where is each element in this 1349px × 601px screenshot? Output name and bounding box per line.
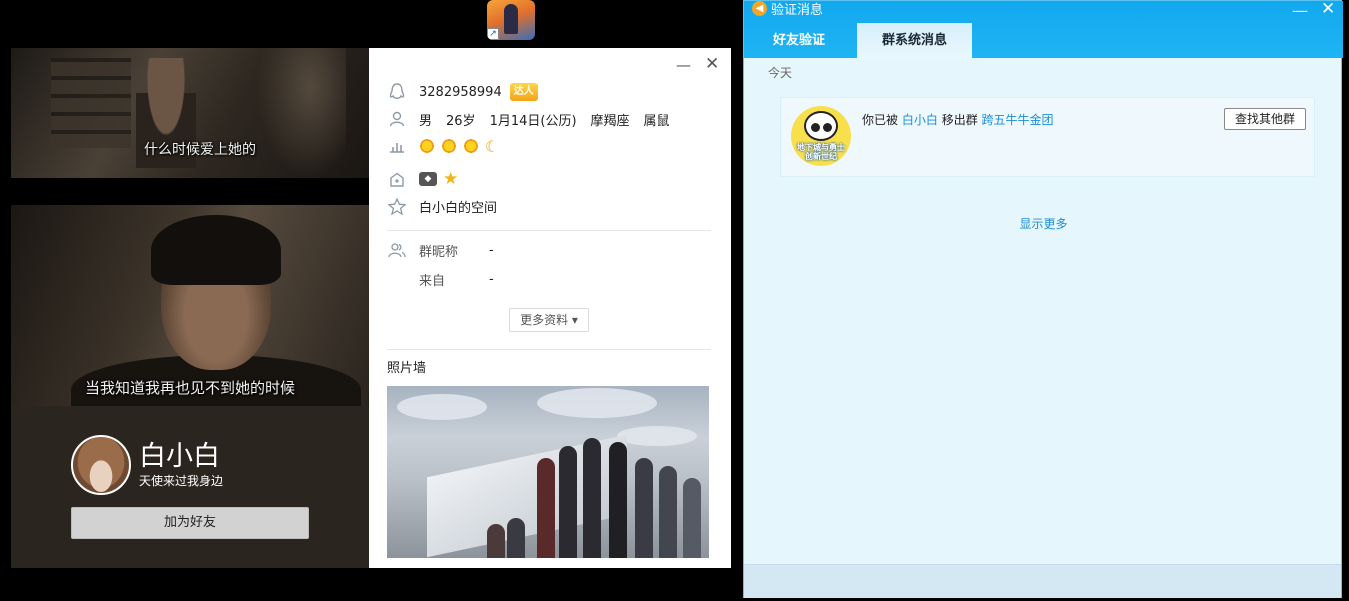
- level-row: ☾: [387, 135, 499, 157]
- verification-messages-window: ◀ 验证消息 — ✕ 好友验证 群系统消息 今天 地下城与勇士 创新世纪 你已被…: [743, 0, 1343, 598]
- user-link[interactable]: 白小白: [902, 113, 938, 127]
- window-title: 验证消息: [771, 3, 824, 18]
- vip-diamond-icon[interactable]: ◆: [419, 172, 437, 186]
- shortcut-arrow-icon: ↗: [487, 28, 499, 40]
- minimize-button[interactable]: —: [1292, 1, 1308, 20]
- minimize-button[interactable]: —: [676, 56, 691, 74]
- birthday: 1月14日(公历): [489, 113, 577, 129]
- star-outline-icon: [387, 196, 407, 216]
- photo-wall-image[interactable]: [387, 386, 709, 558]
- game-character-figure: [504, 4, 518, 34]
- from-label: 来自: [419, 273, 446, 289]
- group-nickname-value: -: [489, 242, 494, 258]
- message-card: 地下城与勇士 创新世纪 你已被 白小白 移出群 跨五牛牛金团 查找其他群: [780, 97, 1315, 177]
- house-icon: [387, 169, 407, 189]
- qq-number-row: 3282958994 达人: [387, 81, 538, 103]
- user-icon: [387, 109, 407, 129]
- group-avatar-text: 地下城与勇士 创新世纪: [797, 143, 845, 161]
- tab-group-system-messages[interactable]: 群系统消息: [857, 23, 972, 58]
- profile-info-pane: — ✕ 3282958994 达人 男 26岁 1月14日(公历) 摩羯座 属鼠: [369, 48, 731, 568]
- penguin-icon: [387, 82, 407, 102]
- profile-cover-pane: 什么时候爱上她的 当我知道我再也见不到她的时候 白小白 天使来过我身边 加为好友: [11, 48, 369, 568]
- space-row: 白小白的空间: [387, 195, 497, 217]
- panda-icon: [804, 111, 838, 141]
- group-members-icon: [387, 240, 407, 260]
- constellation: 摩羯座: [590, 113, 630, 129]
- find-other-groups-button[interactable]: 查找其他群: [1224, 108, 1306, 130]
- qzone-link[interactable]: 白小白的空间: [419, 197, 497, 216]
- profile-card-window: 什么时候爱上她的 当我知道我再也见不到她的时候 白小白 天使来过我身边 加为好友…: [11, 48, 731, 568]
- sun-level-icon[interactable]: [419, 138, 435, 154]
- close-button[interactable]: ✕: [1321, 0, 1335, 19]
- chinese-zodiac: 属鼠: [643, 113, 670, 129]
- cover-image-bottom: 当我知道我再也见不到她的时候: [11, 205, 369, 406]
- avatar[interactable]: [71, 435, 131, 495]
- title-bar: ◀ 验证消息 — ✕ 好友验证 群系统消息: [744, 0, 1343, 58]
- date-header: 今天: [768, 66, 793, 80]
- add-friend-button[interactable]: 加为好友: [71, 507, 309, 539]
- star-badge-icon[interactable]: ★: [443, 169, 458, 189]
- speaker-logo-icon: ◀: [752, 1, 767, 16]
- vip-row: ◆ ★: [387, 168, 458, 190]
- more-info-button[interactable]: 更多资料 ▾: [509, 308, 589, 332]
- profile-signature: 天使来过我身边: [139, 474, 224, 488]
- level-chart-icon: [387, 136, 407, 156]
- close-button[interactable]: ✕: [705, 54, 719, 74]
- gender: 男: [419, 113, 433, 129]
- cover-caption-bottom: 当我知道我再也见不到她的时候: [84, 379, 295, 397]
- divider: [387, 230, 711, 231]
- sun-level-icon[interactable]: [441, 138, 457, 154]
- window-footer: [744, 564, 1341, 598]
- sun-level-icon[interactable]: [463, 138, 479, 154]
- basic-info-row: 男 26岁 1月14日(公历) 摩羯座 属鼠: [387, 108, 670, 130]
- show-more-link[interactable]: 显示更多: [744, 215, 1343, 232]
- group-nickname-label: 群昵称: [419, 244, 459, 260]
- from-row: 来自 -: [387, 268, 494, 290]
- profile-nickname: 白小白: [139, 441, 220, 472]
- expert-badge[interactable]: 达人: [509, 83, 538, 101]
- group-avatar[interactable]: 地下城与勇士 创新世纪: [791, 106, 851, 166]
- tab-friend-verification[interactable]: 好友验证: [757, 23, 841, 58]
- from-value: -: [489, 271, 494, 287]
- divider: [387, 349, 711, 350]
- moon-level-icon[interactable]: ☾: [485, 137, 499, 156]
- group-link[interactable]: 跨五牛牛金团: [982, 113, 1054, 127]
- age: 26岁: [446, 113, 476, 129]
- desktop-shortcut-icon[interactable]: ↗: [487, 0, 535, 40]
- cover-image-top: 什么时候爱上她的: [11, 48, 369, 178]
- photo-wall-title: 照片墙: [387, 361, 427, 376]
- message-text: 你已被 白小白 移出群 跨五牛牛金团: [862, 113, 1054, 127]
- cover-caption-top: 什么时候爱上她的: [144, 142, 256, 158]
- group-nickname-row: 群昵称 -: [387, 239, 494, 261]
- qq-number: 3282958994: [419, 84, 502, 100]
